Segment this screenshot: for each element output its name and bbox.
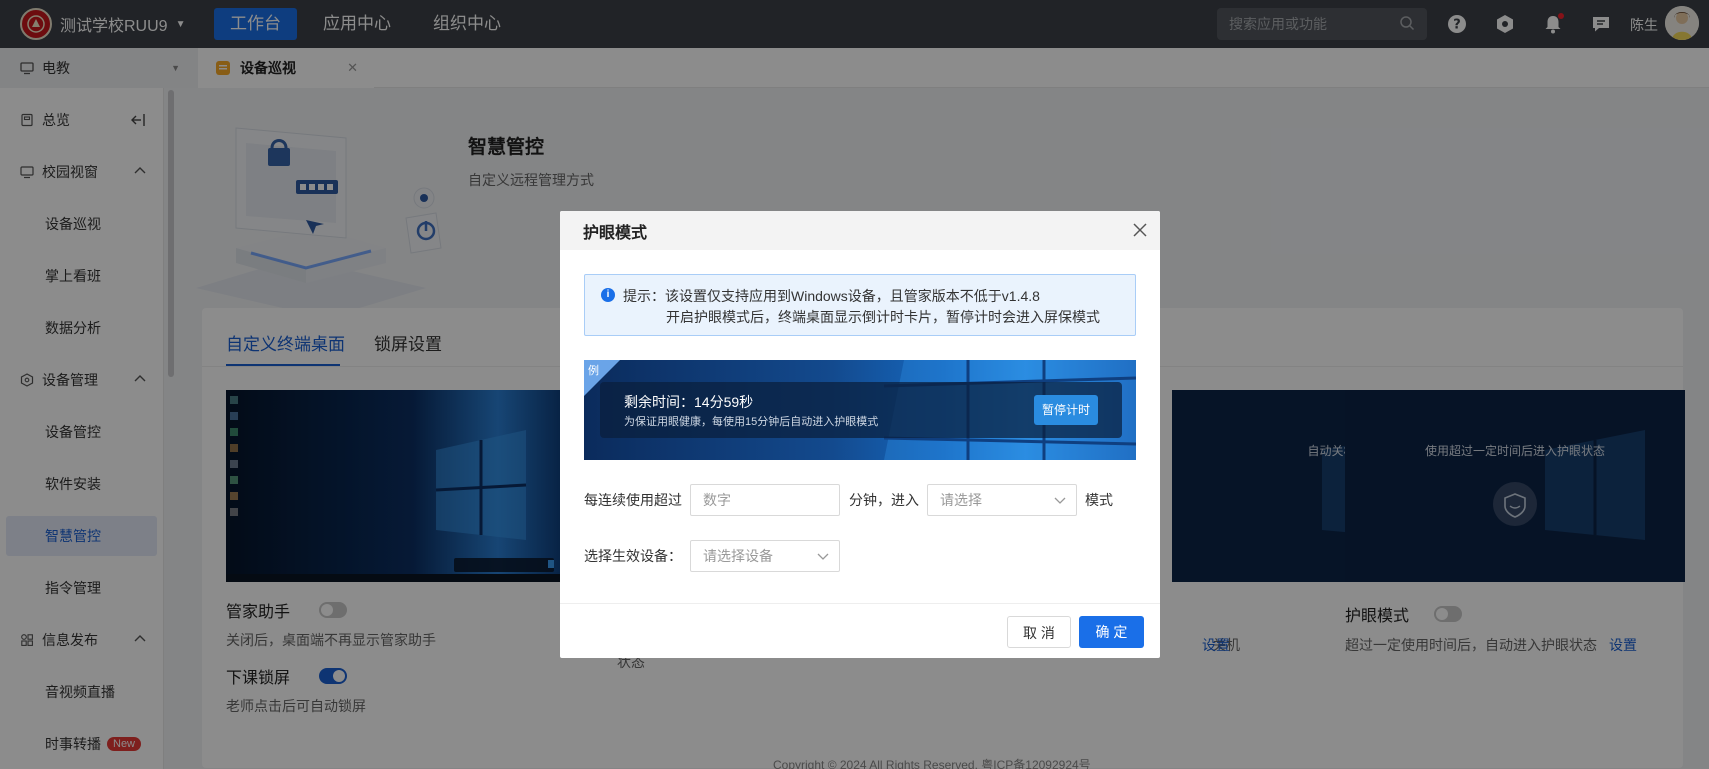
tip-line-2: 开启护眼模式后，终端桌面显示倒计时卡片，暂停计时会进入屏保模式	[666, 309, 1100, 325]
tip-line-1: 提示：该设置仅支持应用到Windows设备，且管家版本不低于v1.4.8	[623, 288, 1040, 304]
modal-header: 护眼模式	[560, 211, 1160, 250]
row-label: 选择生效设备：	[584, 548, 682, 564]
chevron-down-icon	[1054, 497, 1066, 504]
countdown-subtitle: 为保证用眼健康，每使用15分钟后自动进入护眼模式	[624, 416, 879, 428]
countdown-card: 剩余时间：14分59秒 为保证用眼健康，每使用15分钟后自动进入护眼模式 暂停计…	[600, 382, 1122, 438]
example-preview: 例 剩余时间：14分59秒 为保证用眼健康，每使用15分钟后自动进入护眼模式 暂…	[584, 360, 1136, 460]
device-row: 选择生效设备： 请选择设备	[584, 540, 840, 572]
mode-select[interactable]: 请选择	[927, 484, 1077, 516]
usage-limit-row: 每连续使用超过 数字 分钟，进入 请选择 模式	[584, 484, 1113, 516]
row-label: 每连续使用超过	[584, 492, 682, 508]
mode-placeholder: 请选择	[940, 492, 982, 508]
confirm-button[interactable]: 确 定	[1079, 616, 1144, 648]
chevron-down-icon	[817, 553, 829, 560]
eye-care-modal: 护眼模式 i 提示：该设置仅支持应用到Windows设备，且管家版本不低于v1.…	[560, 211, 1160, 658]
modal-footer-divider	[560, 603, 1160, 604]
modal-title: 护眼模式	[583, 224, 648, 242]
row-text: 模式	[1085, 492, 1113, 508]
info-icon: i	[601, 288, 615, 302]
close-icon[interactable]	[1132, 222, 1148, 238]
device-select[interactable]: 请选择设备	[690, 540, 840, 572]
minutes-input[interactable]: 数字	[690, 484, 840, 516]
example-tag: 例	[588, 365, 599, 377]
tip-box: i 提示：该设置仅支持应用到Windows设备，且管家版本不低于v1.4.8 开…	[584, 274, 1136, 336]
minutes-placeholder: 数字	[703, 492, 731, 508]
countdown-title: 剩余时间：14分59秒	[624, 394, 754, 410]
row-text: 分钟，进入	[849, 492, 919, 508]
device-placeholder: 请选择设备	[703, 548, 773, 564]
cancel-button[interactable]: 取 消	[1007, 616, 1071, 648]
pause-timer-button: 暂停计时	[1034, 395, 1098, 425]
